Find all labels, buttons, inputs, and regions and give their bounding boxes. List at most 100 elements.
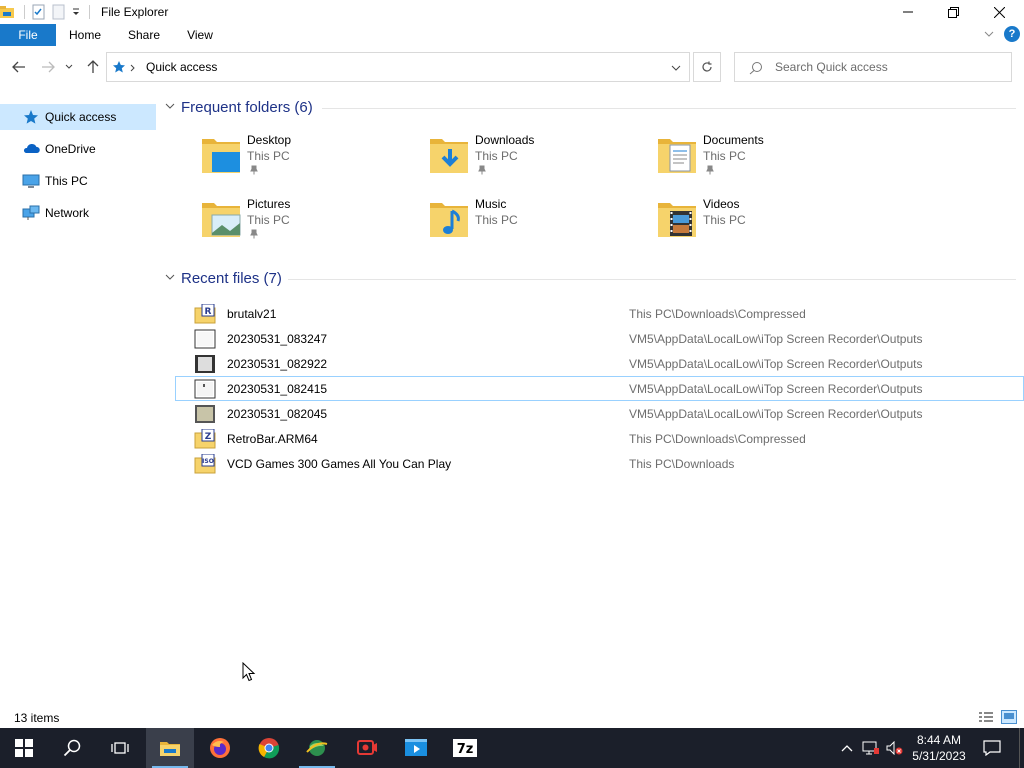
folder-tile-music[interactable]: Music This PC [428, 197, 648, 253]
zip-archive-icon: Z [194, 429, 216, 449]
ribbon-tabs: File Home Share View ? [0, 24, 1024, 46]
folder-tile-documents[interactable]: Documents This PC [656, 133, 876, 189]
sidebar-item-this-pc[interactable]: This PC [0, 168, 156, 194]
minimize-icon [903, 11, 913, 13]
task-view-button[interactable] [96, 728, 144, 768]
navigation-pane: Quick access OneDrive This PC Network [0, 100, 160, 700]
volume-muted-icon [886, 741, 903, 755]
breadcrumb-quick-access[interactable]: Quick access [146, 60, 217, 74]
video-file-icon [195, 355, 215, 373]
customize-toolbar-chevron-icon[interactable] [71, 4, 81, 20]
properties-icon[interactable] [31, 4, 47, 20]
folder-location: This PC [247, 149, 290, 163]
show-hidden-icons-button[interactable] [838, 728, 856, 768]
file-name: 20230531_083247 [227, 332, 328, 346]
taskbar-search-button[interactable] [48, 728, 96, 768]
recent-locations-button[interactable] [62, 58, 76, 76]
close-button[interactable] [976, 0, 1022, 24]
restore-icon [947, 6, 959, 18]
sidebar-item-label: Quick access [45, 110, 117, 124]
folder-tile-desktop[interactable]: Desktop This PC [200, 133, 420, 189]
new-folder-icon[interactable] [51, 4, 67, 20]
taskbar-firefox[interactable] [196, 728, 244, 768]
tab-view[interactable]: View [180, 24, 220, 46]
svg-text:7z: 7z [457, 742, 474, 757]
folder-tile-pictures[interactable]: Pictures This PC [200, 197, 420, 253]
frequent-folders-header[interactable]: Frequent folders (6) [165, 99, 313, 116]
sidebar-item-network[interactable]: Network [0, 200, 156, 226]
7zip-icon: 7z [453, 739, 477, 757]
large-icons-view-icon[interactable] [1001, 710, 1017, 724]
tab-file[interactable]: File [0, 24, 56, 46]
file-explorer-app-icon[interactable] [0, 4, 16, 20]
taskbar-file-explorer[interactable] [146, 728, 194, 768]
status-bar: 13 items [0, 706, 1024, 728]
recent-file-row[interactable]: 20230531_082922 VM5\AppData\LocalLow\iTo… [175, 351, 1024, 376]
volume-tray-button[interactable] [884, 728, 906, 768]
network-icon [22, 205, 40, 220]
collapse-chevron-icon[interactable] [165, 273, 179, 284]
file-path: This PC\Downloads\Compressed [629, 307, 806, 321]
video-file-icon [194, 379, 216, 399]
collapse-chevron-icon[interactable] [165, 102, 179, 113]
file-path: VM5\AppData\LocalLow\iTop Screen Recorde… [629, 407, 923, 421]
folder-tile-downloads[interactable]: Downloads This PC [428, 133, 648, 189]
mouse-cursor-icon [242, 662, 256, 682]
file-explorer-icon [160, 742, 180, 756]
item-count: 13 items [14, 711, 60, 725]
clock-time: 8:44 AM [916, 733, 962, 747]
minimize-button[interactable] [885, 0, 931, 24]
title-bar: File Explorer [0, 0, 1024, 24]
sidebar-item-quick-access[interactable]: Quick access [0, 104, 156, 130]
downloads-folder-icon [430, 139, 468, 173]
restore-button[interactable] [930, 0, 976, 24]
recent-file-row[interactable]: R brutalv21 This PC\Downloads\Compressed [175, 301, 1024, 326]
up-button[interactable] [83, 58, 103, 76]
taskbar-clock[interactable]: 8:44 AM 5/31/2023 [906, 732, 972, 764]
recent-file-row[interactable]: 20230531_083247 VM5\AppData\LocalLow\iTo… [175, 326, 1024, 351]
network-tray-button[interactable] [860, 728, 882, 768]
address-bar[interactable]: Quick access [106, 52, 690, 82]
sidebar-item-label: This PC [45, 174, 88, 188]
recent-file-row[interactable]: Z RetroBar.ARM64 This PC\Downloads\Compr… [175, 426, 1024, 451]
star-icon [24, 110, 38, 124]
taskbar-chrome[interactable] [245, 728, 293, 768]
taskbar: 7z 8:44 AM 5/31/2023 [0, 728, 1024, 768]
folder-name: Pictures [247, 197, 291, 211]
breadcrumb-chevron-icon[interactable] [130, 64, 136, 72]
help-button[interactable]: ? [1004, 26, 1020, 42]
address-dropdown-chevron-icon[interactable] [671, 64, 681, 72]
pin-icon [250, 165, 258, 175]
taskbar-screen-recorder[interactable] [343, 728, 391, 768]
show-desktop-button[interactable] [1019, 728, 1024, 768]
close-icon [993, 6, 1005, 18]
file-name: brutalv21 [227, 307, 277, 321]
recent-file-row[interactable]: 20230531_082415 VM5\AppData\LocalLow\iTo… [175, 376, 1024, 401]
file-path: This PC\Downloads\Compressed [629, 432, 806, 446]
back-button[interactable] [9, 58, 29, 76]
tab-home[interactable]: Home [62, 24, 108, 46]
taskbar-7zip[interactable]: 7z [441, 728, 489, 768]
taskbar-media-player[interactable] [392, 728, 440, 768]
forward-button[interactable] [38, 58, 58, 76]
action-center-button[interactable] [980, 728, 1004, 768]
expand-ribbon-chevron-icon[interactable] [984, 29, 994, 39]
pictures-folder-icon [202, 203, 241, 237]
tab-share[interactable]: Share [122, 24, 166, 46]
recent-file-row[interactable]: 20230531_082045 VM5\AppData\LocalLow\iTo… [175, 401, 1024, 426]
file-name: 20230531_082415 [227, 382, 328, 396]
refresh-button[interactable] [693, 52, 721, 82]
video-file-icon [195, 405, 215, 423]
recent-files-header[interactable]: Recent files (7) [165, 270, 282, 287]
start-button[interactable] [0, 728, 48, 768]
folder-name: Videos [703, 197, 740, 211]
taskbar-app-globe[interactable] [293, 728, 341, 768]
recent-file-row[interactable]: ISO VCD Games 300 Games All You Can Play… [175, 451, 1024, 476]
details-view-icon[interactable] [978, 710, 994, 724]
folder-tile-videos[interactable]: Videos This PC [656, 197, 876, 253]
search-box[interactable] [734, 52, 1012, 82]
sidebar-item-onedrive[interactable]: OneDrive [0, 136, 156, 162]
file-name: RetroBar.ARM64 [227, 432, 318, 446]
desktop-folder-icon [202, 139, 240, 173]
search-input[interactable] [775, 60, 995, 74]
